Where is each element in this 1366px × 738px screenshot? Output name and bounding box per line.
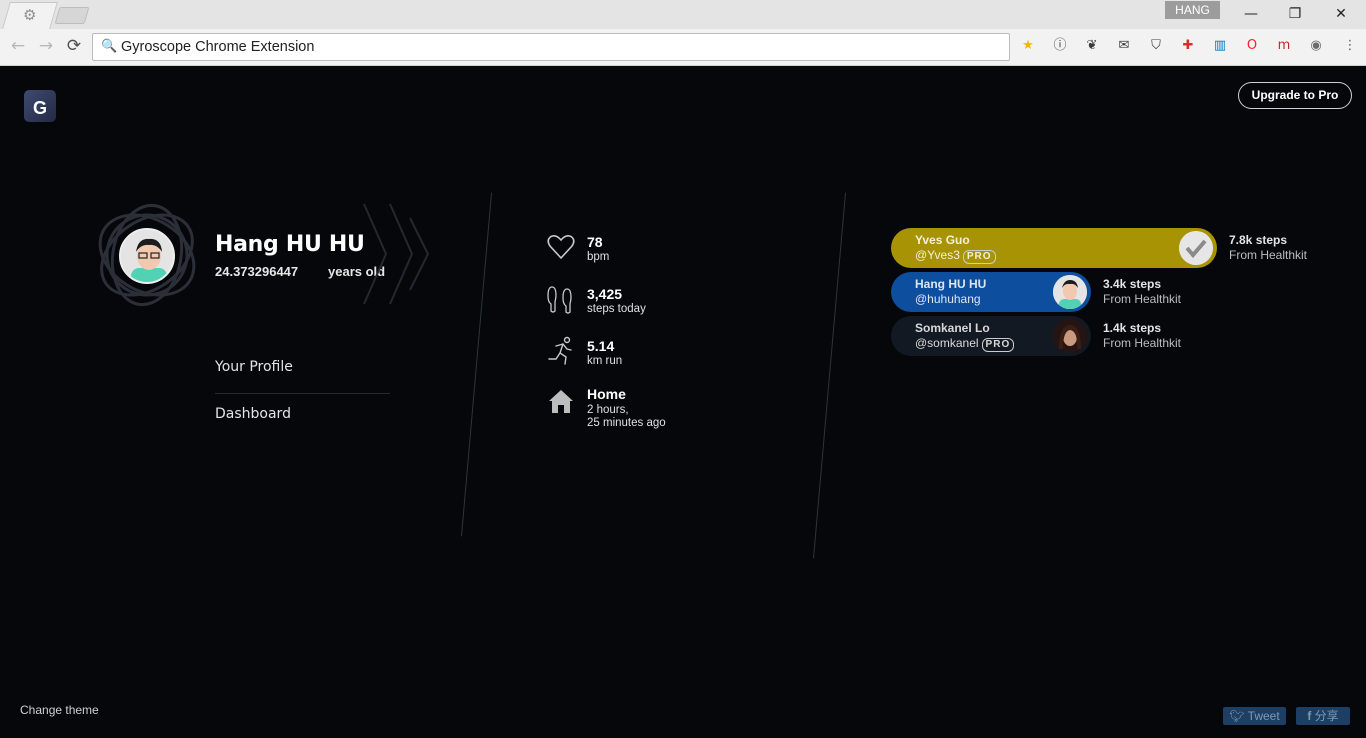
heart-icon [547, 234, 575, 260]
steps-value: 3,425 [587, 286, 623, 302]
leaderboard-source: From Healthkit [1229, 248, 1307, 262]
steps-unit: steps today [587, 303, 646, 315]
leaderboard-steps: 1.4k steps [1103, 321, 1162, 335]
tweet-button[interactable]: 🐦︎ Tweet [1223, 707, 1286, 725]
menu-your-profile[interactable]: Your Profile [215, 359, 293, 375]
heart-rate-unit: bpm [587, 251, 610, 263]
minimize-icon[interactable]: — [1228, 2, 1274, 26]
evernote-icon[interactable]: ❦ [1083, 37, 1101, 55]
gyroscope-page: G Upgrade to Pro Hang HU HU 24.373296447… [0, 66, 1366, 738]
twitter-icon: 🐦︎ [1229, 709, 1245, 723]
profile-badge[interactable]: HANG [1165, 1, 1220, 19]
leaderboard-name: Yves Guo [915, 233, 970, 247]
leaderboard-source: From Healthkit [1103, 292, 1182, 306]
heart-rate-value: 78 [587, 234, 603, 250]
pro-badge: PRO [962, 250, 996, 264]
distance-value: 5.14 [587, 338, 615, 354]
back-icon[interactable]: ← [7, 35, 29, 57]
avatar [1053, 319, 1087, 353]
profile-name: Hang HU HU [215, 232, 365, 257]
record-extension-icon[interactable]: ◉ [1307, 37, 1325, 55]
tweet-label: Tweet [1247, 709, 1280, 723]
home-icon [549, 390, 573, 413]
leaderboard-steps: 3.4k steps [1103, 277, 1162, 291]
plus-extension-icon[interactable]: ✚ [1179, 37, 1197, 55]
share-label: 分享 [1314, 709, 1339, 723]
trello-icon[interactable]: ▥ [1211, 37, 1229, 55]
change-theme-link[interactable]: Change theme [20, 703, 99, 717]
address-bar[interactable]: 🔍 Gyroscope Chrome Extension [92, 33, 1010, 61]
mail-icon[interactable]: ✉ [1115, 37, 1133, 55]
location-duration-line2: 25 minutes ago [587, 417, 666, 429]
leaderboard-name: Hang HU HU [915, 277, 987, 291]
avatar[interactable] [119, 228, 175, 284]
menu-divider [215, 393, 390, 394]
address-bar-text: Gyroscope Chrome Extension [121, 39, 315, 55]
leaderboard-row[interactable]: Yves Guo @Yves3 PRO [891, 228, 1217, 268]
search-icon: 🔍 [101, 39, 118, 54]
menu-dashboard[interactable]: Dashboard [215, 406, 291, 422]
footprints-icon [547, 286, 572, 314]
leaderboard-steps: 7.8k steps [1229, 233, 1288, 247]
facebook-icon: f [1307, 709, 1312, 723]
pocket-icon[interactable]: ⛉ [1147, 37, 1165, 55]
pro-badge: PRO [981, 338, 1015, 352]
leaderboard-row[interactable]: Somkanel Lo @somkanel PRO [891, 316, 1091, 356]
profile-age: 24.373296447 [215, 264, 299, 279]
reload-icon[interactable]: ⟳ [63, 35, 85, 57]
opera-icon[interactable]: O [1243, 37, 1261, 55]
upgrade-button[interactable]: Upgrade to Pro [1238, 82, 1352, 109]
avatar [1053, 275, 1087, 309]
close-icon[interactable]: ✕ [1318, 2, 1364, 26]
leaderboard-handle: @somkanel PRO [915, 336, 1015, 352]
forward-icon[interactable]: → [35, 35, 57, 57]
restore-icon[interactable]: ❐ [1272, 2, 1318, 26]
tab-strip: ⚙ HANG — ❐ ✕ [0, 0, 1366, 29]
m-extension-icon[interactable]: m [1275, 37, 1293, 55]
chevron-right-icon [363, 203, 430, 305]
menu-icon[interactable]: ⋮ [1341, 37, 1359, 55]
leaderboard-row[interactable]: Hang HU HU @huhuhang [891, 272, 1091, 312]
location-value: Home [587, 386, 626, 402]
facebook-share-button[interactable]: f 分享 [1296, 707, 1350, 725]
browser-chrome: ⚙ HANG — ❐ ✕ ← → ⟳ 🔍 Gyroscope Chrome Ex… [0, 0, 1366, 66]
column-divider-left [460, 192, 493, 537]
leaderboard-handle: @Yves3 PRO [915, 248, 996, 264]
leaderboard-handle: @huhuhang [915, 292, 981, 306]
settings-tab-icon: ⚙ [23, 6, 37, 24]
browser-toolbar: ← → ⟳ 🔍 Gyroscope Chrome Extension ★ ⓘ ❦ ✉ ⛉… [0, 29, 1366, 66]
location-duration-line1: 2 hours, [587, 404, 629, 416]
star-icon[interactable]: ★ [1019, 37, 1037, 55]
leaderboard-name: Somkanel Lo [915, 321, 990, 335]
distance-unit: km run [587, 355, 623, 367]
gyroscope-logo[interactable]: G [24, 90, 56, 122]
new-tab-button[interactable] [54, 7, 90, 24]
column-divider-right [813, 192, 846, 559]
leaderboard-source: From Healthkit [1103, 336, 1182, 350]
running-icon [548, 336, 572, 365]
onepassword-icon[interactable]: ⓘ [1051, 37, 1069, 55]
check-icon [1179, 231, 1213, 265]
